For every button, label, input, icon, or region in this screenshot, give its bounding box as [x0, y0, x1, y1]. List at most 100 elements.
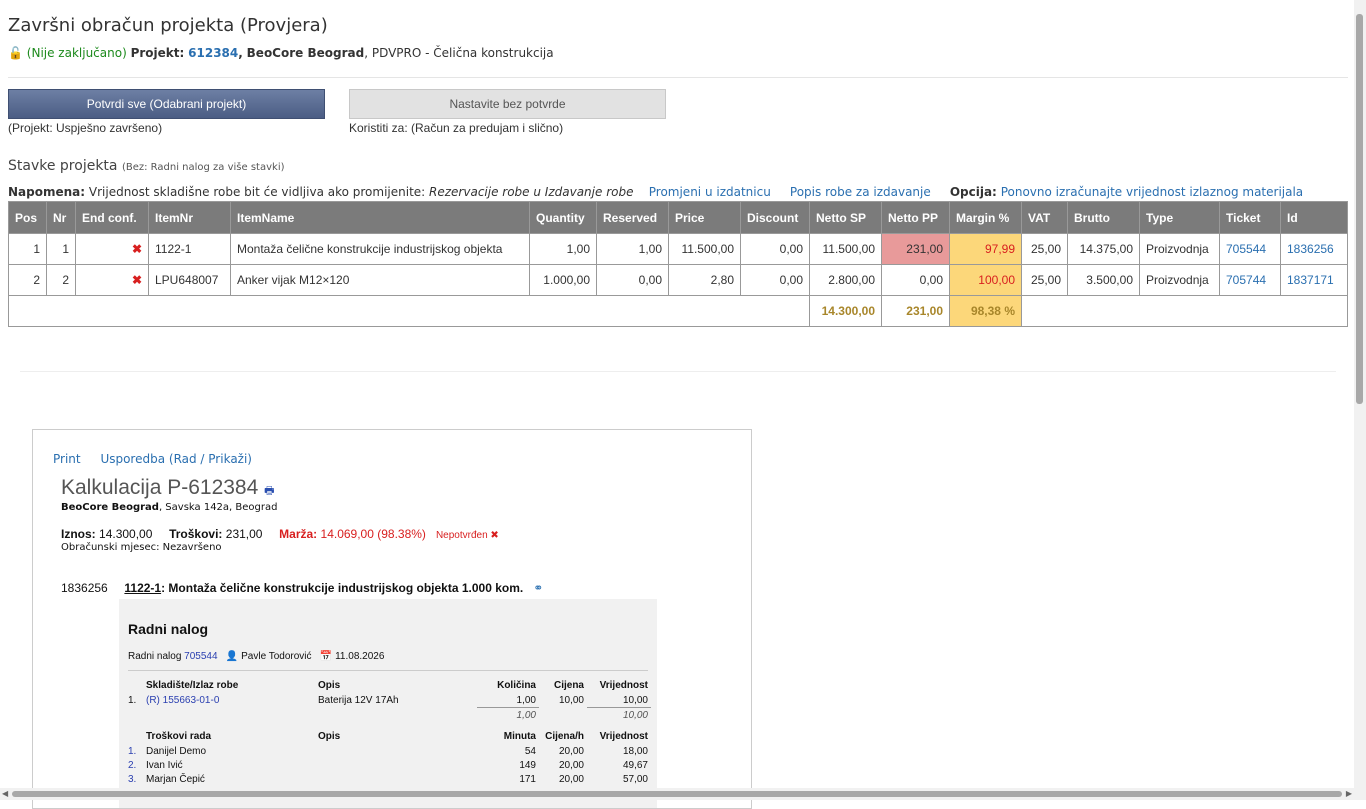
cell-discount: 0,00 [740, 233, 810, 265]
change-to-issue-link[interactable]: Promjeni u izdatnicu [649, 185, 771, 199]
worker-rate: 20,00 [558, 759, 584, 771]
horizontal-scroll-thumb[interactable] [12, 791, 1342, 797]
col-header[interactable]: Margin % [949, 201, 1022, 234]
table-row: 1. (R) 155663-01-0 Baterija 12V 17Ah 1,0… [125, 693, 651, 708]
ticket-link[interactable]: 705544 [1226, 242, 1266, 256]
col-header[interactable]: Brutto [1067, 201, 1140, 234]
col-header: Opis [318, 680, 341, 691]
col-header[interactable]: Id [1280, 201, 1348, 234]
printer-icon[interactable]: 🖶 [264, 485, 274, 497]
col-header[interactable]: End conf. [75, 201, 149, 234]
work-order-ticket-link[interactable]: 705544 [184, 651, 217, 662]
col-header[interactable]: Pos [8, 201, 47, 234]
napomena-italic: Rezervacije robe u Izdavanje robe [429, 185, 634, 199]
col-header[interactable]: Price [668, 201, 741, 234]
col-header[interactable]: ItemName [230, 201, 530, 234]
cell-pos: 1 [8, 233, 47, 265]
end-conf-x-icon[interactable]: ✖ [75, 264, 149, 296]
cell-vat: 25,00 [1021, 264, 1068, 296]
goods-list-link[interactable]: Popis robe za izdavanje [790, 185, 931, 199]
print-link[interactable]: Print [53, 452, 81, 466]
col-header: Vrijednost [599, 680, 648, 691]
totals-spacer [1021, 295, 1348, 327]
status-badge: Nepotvrđen ✖ [435, 530, 499, 541]
worker-minutes: 171 [519, 773, 536, 785]
divider [8, 77, 1348, 78]
col-header[interactable]: Netto PP [881, 201, 950, 234]
goods-code[interactable]: (R) 155663-01-0 [143, 693, 315, 708]
col-header: Cijena [553, 680, 584, 691]
link-icon[interactable]: ⚭ [533, 581, 543, 595]
labor-table: Troškovi rada Opis Minuta Cijena/h Vrije… [125, 729, 651, 786]
compare-link[interactable]: Usporedba (Rad / Prikaži) [100, 452, 252, 466]
goods-total-qty: 1,00 [516, 709, 536, 721]
col-header[interactable]: Type [1139, 201, 1220, 234]
worker-name: Marjan Čepić [146, 773, 205, 785]
col-header[interactable]: Reserved [596, 201, 669, 234]
continue-without-confirm-button[interactable]: Nastavite bez potvrde [349, 89, 666, 119]
confirm-all-button[interactable]: Potvrdi sve (Odabrani projekt) [8, 89, 325, 119]
troskovi-value: 231,00 [225, 527, 263, 541]
calendar-icon: 📅 [319, 651, 333, 662]
work-order-person: Pavle Todorović [241, 651, 312, 662]
row-number: 1. [128, 745, 137, 757]
col-header: Cijena/h [545, 731, 584, 742]
cell-type: Proizvodnja [1139, 264, 1220, 296]
project-id-link[interactable]: 612384 [188, 46, 238, 60]
col-header[interactable]: Netto SP [809, 201, 882, 234]
goods-total-row: 1,00 10,00 [125, 708, 651, 723]
cell-price: 11.500,00 [668, 233, 741, 265]
user-icon: 👤 [225, 651, 239, 662]
col-header[interactable]: VAT [1021, 201, 1068, 234]
scroll-right-arrow-icon[interactable]: ▶ [1346, 789, 1352, 798]
goods-desc: Baterija 12V 17Ah [318, 694, 399, 706]
calc-title-text: Kalkulacija P-612384 [61, 476, 259, 499]
lock-status: (Nije zaključano) [26, 46, 127, 60]
item-nr[interactable]: 1122-1 [124, 581, 161, 595]
divider [20, 371, 1336, 372]
col-header[interactable]: Discount [740, 201, 810, 234]
opcija-label: Opcija: [949, 185, 997, 199]
col-header[interactable]: Nr [46, 201, 76, 234]
calc-company: BeoCore Beograd [61, 502, 159, 513]
total-netto-sp: 14.300,00 [809, 295, 882, 327]
cell-quantity: 1,00 [529, 233, 597, 265]
cell-nr: 1 [46, 233, 76, 265]
horizontal-scrollbar[interactable]: ◀ ▶ [0, 788, 1354, 800]
project-label: Projekt: [130, 46, 185, 60]
recalculate-link[interactable]: Ponovno izračunajte vrijednost izlaznog … [1001, 185, 1303, 199]
divider [128, 670, 648, 671]
vertical-scrollbar[interactable] [1354, 0, 1366, 800]
ticket-link[interactable]: 705744 [1226, 273, 1266, 287]
end-conf-x-icon[interactable]: ✖ [75, 233, 149, 265]
troskovi-label: Troškovi: [169, 527, 223, 541]
calc-address-text: , Savska 142a, Beograd [158, 502, 278, 513]
worker-name: Ivan Ivić [146, 759, 183, 771]
id-link[interactable]: 1836256 [1287, 242, 1334, 256]
work-order-label: Radni nalog [128, 651, 182, 662]
totals-row: 14.300,00 231,00 98,38 % [8, 295, 1348, 327]
row-number: 3. [128, 773, 137, 785]
napomena-text: Vrijednost skladišne robe bit će vidljiv… [88, 185, 426, 199]
iznos-label: Iznos: [61, 527, 96, 541]
calc-item-line: 1836256 1122-1: Montaža čelične konstruk… [61, 581, 543, 595]
worker-value: 57,00 [622, 773, 648, 785]
project-company: BeoCore Beograd [246, 46, 365, 60]
goods-qty: 1,00 [477, 693, 539, 708]
scroll-left-arrow-icon[interactable]: ◀ [2, 789, 8, 798]
work-order-title: Radni nalog [128, 621, 209, 637]
iznos-value: 14.300,00 [99, 527, 153, 541]
cell-netto-sp: 11.500,00 [809, 233, 882, 265]
vertical-scroll-thumb[interactable] [1356, 14, 1363, 404]
id-link[interactable]: 1837171 [1287, 273, 1334, 287]
work-order-date: 11.08.2026 [335, 651, 385, 662]
worker-minutes: 54 [524, 745, 536, 757]
col-header[interactable]: Ticket [1219, 201, 1281, 234]
cell-margin: 97,99 [949, 233, 1022, 265]
cell-price: 2,80 [668, 264, 741, 296]
item-text: : Montaža čelične konstrukcije industrij… [161, 581, 524, 595]
col-header[interactable]: ItemNr [148, 201, 231, 234]
goods-price: 10,00 [558, 694, 584, 706]
col-header[interactable]: Quantity [529, 201, 597, 234]
skip-note: Koristiti za: (Račun za predujam i sličn… [349, 121, 564, 135]
